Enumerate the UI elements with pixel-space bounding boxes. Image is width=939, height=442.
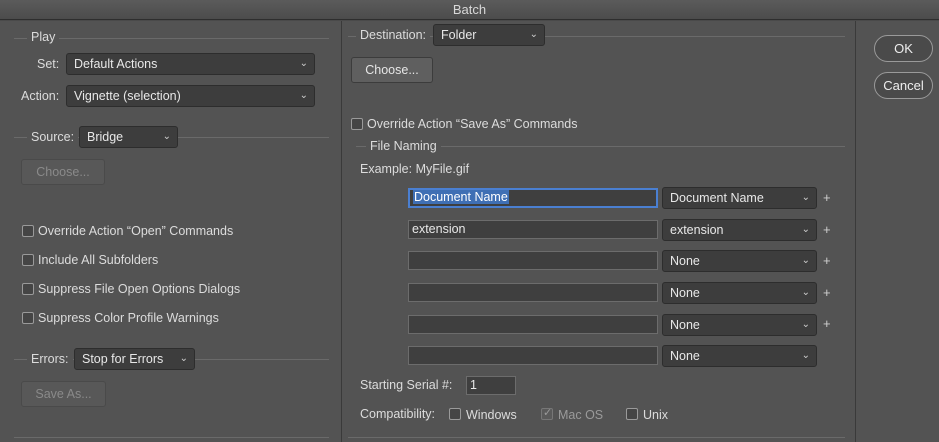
override-open-label: Override Action “Open” Commands	[38, 224, 234, 238]
suppress-color-profile-label: Suppress Color Profile Warnings	[38, 311, 219, 325]
source-select[interactable]: Bridge ⌄	[79, 126, 178, 148]
add-row-plus-icon[interactable]: +	[823, 222, 831, 237]
suppress-color-profile-checkbox[interactable]	[22, 312, 34, 324]
chevron-down-icon: ⌄	[299, 90, 308, 101]
center-bottom-line	[348, 437, 845, 438]
naming-select-5[interactable]: None ⌄	[662, 314, 817, 336]
add-row-plus-icon[interactable]: +	[823, 316, 831, 331]
errors-select-value: Stop for Errors	[82, 352, 164, 366]
override-open-checkbox[interactable]	[22, 225, 34, 237]
errors-label: Errors:	[27, 352, 73, 366]
include-subfolders-checkbox[interactable]	[22, 254, 34, 266]
window-title: Batch	[0, 0, 939, 20]
chevron-down-icon: ⌄	[179, 353, 188, 364]
add-row-plus-icon[interactable]: +	[823, 253, 831, 268]
naming-select-3[interactable]: None ⌄	[662, 250, 817, 272]
naming-field-2[interactable]: extension	[408, 220, 658, 239]
action-select-value: Vignette (selection)	[74, 89, 181, 103]
override-save-as-label: Override Action “Save As” Commands	[367, 117, 578, 131]
naming-select-2[interactable]: extension ⌄	[662, 219, 817, 241]
ok-button[interactable]: OK	[874, 35, 933, 62]
naming-select-6[interactable]: None ⌄	[662, 345, 817, 367]
chevron-down-icon: ⌄	[299, 58, 308, 69]
play-group-line	[14, 38, 329, 39]
include-subfolders-label: Include All Subfolders	[38, 253, 159, 267]
destination-choose-button[interactable]: Choose...	[351, 57, 433, 83]
naming-select-4-value: None	[670, 286, 700, 300]
chevron-down-icon: ⌄	[801, 287, 810, 298]
add-row-plus-icon[interactable]: +	[823, 190, 831, 205]
naming-field-3[interactable]	[408, 251, 658, 270]
chevron-down-icon: ⌄	[801, 350, 810, 361]
cancel-button[interactable]: Cancel	[874, 72, 933, 99]
chevron-down-icon: ⌄	[529, 29, 538, 40]
chevron-down-icon: ⌄	[801, 192, 810, 203]
action-label: Action:	[21, 89, 60, 103]
naming-select-2-value: extension	[670, 223, 724, 237]
naming-field-4[interactable]	[408, 283, 658, 302]
source-choose-button[interactable]: Choose...	[21, 159, 105, 185]
action-select[interactable]: Vignette (selection) ⌄	[66, 85, 315, 107]
naming-field-2-value: extension	[412, 222, 466, 236]
chevron-down-icon: ⌄	[801, 319, 810, 330]
serial-input-value: 1	[470, 378, 477, 392]
source-label: Source:	[27, 130, 79, 144]
destination-label: Destination:	[356, 28, 431, 42]
serial-input[interactable]: 1	[466, 376, 516, 395]
naming-field-6[interactable]	[408, 346, 658, 365]
chevron-down-icon: ⌄	[801, 224, 810, 235]
serial-label: Starting Serial #:	[360, 378, 453, 392]
naming-select-1-value: Document Name	[670, 191, 764, 205]
windows-label: Windows	[466, 408, 517, 422]
naming-select-5-value: None	[670, 318, 700, 332]
destination-select[interactable]: Folder ⌄	[433, 24, 545, 46]
file-naming-label: File Naming	[366, 139, 441, 153]
unix-label: Unix	[643, 408, 669, 422]
left-bottom-line	[14, 437, 329, 438]
naming-select-3-value: None	[670, 254, 700, 268]
override-save-as-checkbox[interactable]	[351, 118, 363, 130]
errors-save-as-button[interactable]: Save As...	[21, 381, 106, 407]
windows-checkbox[interactable]	[449, 408, 461, 420]
add-row-plus-icon[interactable]: +	[823, 285, 831, 300]
mac-os-checkbox	[541, 406, 553, 420]
naming-field-5[interactable]	[408, 315, 658, 334]
compatibility-label: Compatibility:	[360, 407, 436, 421]
naming-select-4[interactable]: None ⌄	[662, 282, 817, 304]
unix-checkbox[interactable]	[626, 408, 638, 420]
set-label: Set:	[37, 57, 60, 71]
naming-select-6-value: None	[670, 349, 700, 363]
set-select[interactable]: Default Actions ⌄	[66, 53, 315, 75]
mac-os-label: Mac OS	[558, 408, 604, 422]
naming-field-1-value: Document Name	[413, 190, 509, 204]
file-naming-example: Example: MyFile.gif	[360, 162, 470, 176]
naming-field-1[interactable]: Document Name	[408, 188, 658, 208]
chevron-down-icon: ⌄	[801, 255, 810, 266]
source-select-value: Bridge	[87, 130, 124, 144]
set-select-value: Default Actions	[74, 57, 158, 71]
destination-select-value: Folder	[441, 28, 477, 42]
play-group-label: Play	[27, 30, 60, 44]
suppress-open-options-checkbox[interactable]	[22, 283, 34, 295]
chevron-down-icon: ⌄	[162, 131, 171, 142]
naming-select-1[interactable]: Document Name ⌄	[662, 187, 817, 209]
errors-select[interactable]: Stop for Errors ⌄	[74, 348, 195, 370]
suppress-open-options-label: Suppress File Open Options Dialogs	[38, 282, 241, 296]
